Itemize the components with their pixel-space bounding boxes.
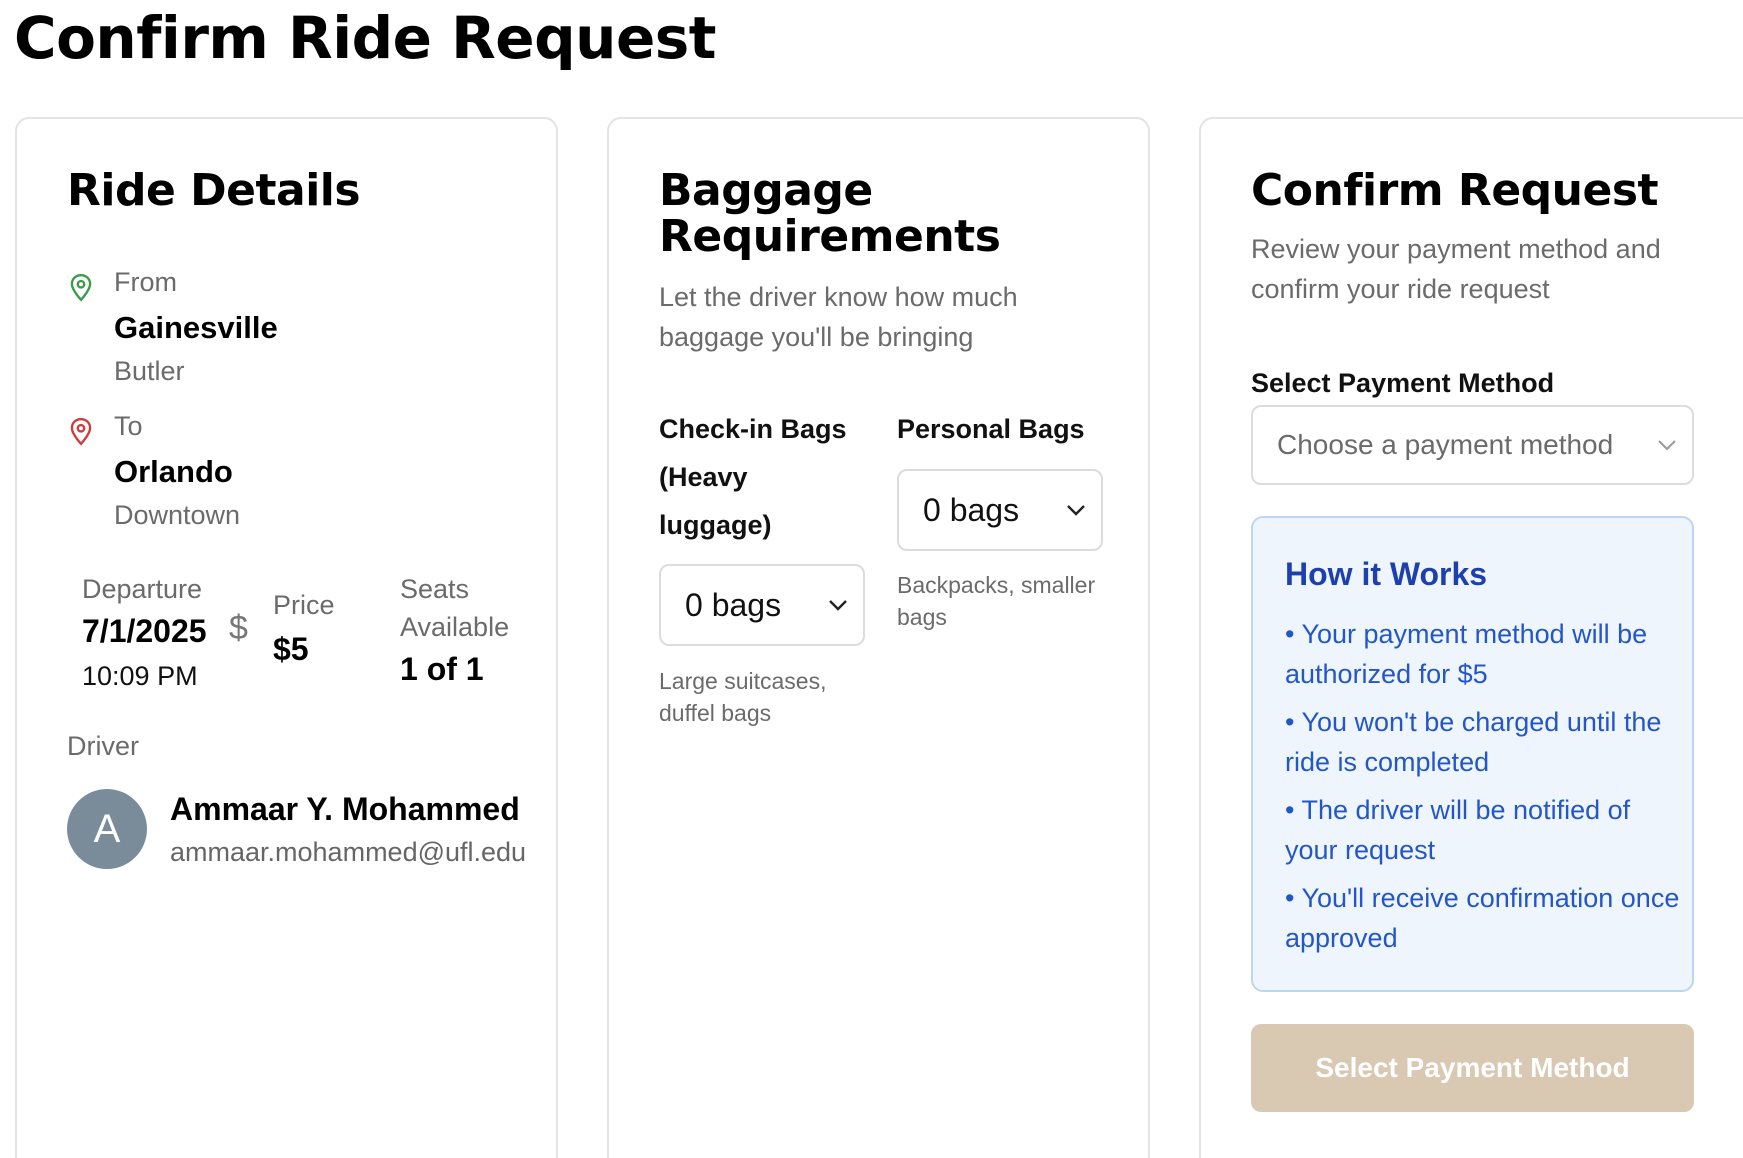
- baggage-subtitle-line1: Let the driver know how much: [659, 282, 1018, 312]
- from-area: Butler: [114, 356, 185, 386]
- confirm-subtitle-line1: Review your payment method and: [1251, 234, 1661, 264]
- map-pin-icon: [70, 273, 92, 302]
- seats-label-line2: Available: [400, 612, 510, 642]
- price-value: $5: [273, 631, 309, 667]
- driver-name: Ammaar Y. Mohammed: [170, 791, 520, 827]
- checkin-label-line1: Check-in Bags: [659, 414, 847, 444]
- price-label: Price: [273, 590, 335, 620]
- select-payment-method-button[interactable]: Select Payment Method: [1251, 1024, 1694, 1112]
- ride-details-card: Ride Details From Gainesville Butler To …: [15, 117, 558, 1158]
- list-item: • Your payment method will be authorized…: [1285, 619, 1648, 689]
- page-title: Confirm Ride Request: [14, 4, 717, 72]
- driver-email: ammaar.mohammed@ufl.edu: [170, 837, 527, 867]
- chevron-down-icon: [1067, 505, 1085, 516]
- checkin-hint-line2: duffel bags: [659, 700, 772, 726]
- checkin-bags-value: 0 bags: [685, 586, 782, 623]
- how-it-works-title: How it Works: [1285, 556, 1488, 592]
- confirm-subtitle-line2: confirm your ride request: [1251, 274, 1550, 304]
- chevron-down-icon: [829, 600, 847, 611]
- checkin-hint-line1: Large suitcases,: [659, 668, 827, 694]
- personal-bags-select[interactable]: 0 bags: [897, 469, 1103, 551]
- departure-date: 7/1/2025: [82, 613, 207, 649]
- baggage-card: Baggage Requirements Let the driver know…: [607, 117, 1150, 1158]
- personal-hint-line1: Backpacks, smaller: [897, 572, 1096, 598]
- ride-details-title: Ride Details: [67, 165, 361, 216]
- map-pin-icon: [70, 417, 92, 446]
- list-item: • You won't be charged until the ride is…: [1285, 707, 1662, 777]
- baggage-subtitle-line2: baggage you'll be bringing: [659, 322, 974, 352]
- driver-label: Driver: [67, 731, 139, 761]
- how-it-works-panel: How it Works • Your payment method will …: [1251, 516, 1694, 992]
- payment-method-select[interactable]: Choose a payment method: [1251, 405, 1694, 485]
- chevron-down-icon: [1658, 440, 1676, 451]
- personal-hint-line2: bags: [897, 604, 947, 630]
- how-it-works-list: • Your payment method will be authorized…: [1285, 614, 1685, 966]
- checkin-bags-select[interactable]: 0 bags: [659, 564, 865, 646]
- baggage-title-line1: Baggage: [659, 165, 873, 216]
- checkin-label-line2: (Heavy: [659, 462, 748, 492]
- payment-method-label: Select Payment Method: [1251, 368, 1555, 398]
- to-area: Downtown: [114, 500, 241, 530]
- seats-label-line1: Seats: [400, 574, 470, 604]
- to-city: Orlando: [114, 454, 233, 489]
- departure-time: 10:09 PM: [82, 661, 198, 691]
- from-label: From: [114, 267, 177, 297]
- personal-bags-value: 0 bags: [923, 491, 1020, 528]
- avatar: A: [67, 789, 147, 869]
- personal-label: Personal Bags: [897, 414, 1085, 444]
- confirm-title: Confirm Request: [1251, 165, 1659, 216]
- payment-method-placeholder: Choose a payment method: [1277, 429, 1614, 460]
- baggage-title-line2: Requirements: [659, 211, 1001, 262]
- list-item: • You'll receive confirmation once appro…: [1285, 883, 1680, 953]
- confirm-card: Confirm Request Review your payment meth…: [1199, 117, 1743, 1158]
- checkin-label-line3: luggage): [659, 510, 772, 540]
- from-city: Gainesville: [114, 310, 278, 345]
- seats-value: 1 of 1: [400, 651, 484, 687]
- list-item: • The driver will be notified of your re…: [1285, 795, 1631, 865]
- departure-label: Departure: [82, 574, 203, 604]
- to-label: To: [114, 411, 143, 441]
- dollar-icon: $: [229, 609, 248, 647]
